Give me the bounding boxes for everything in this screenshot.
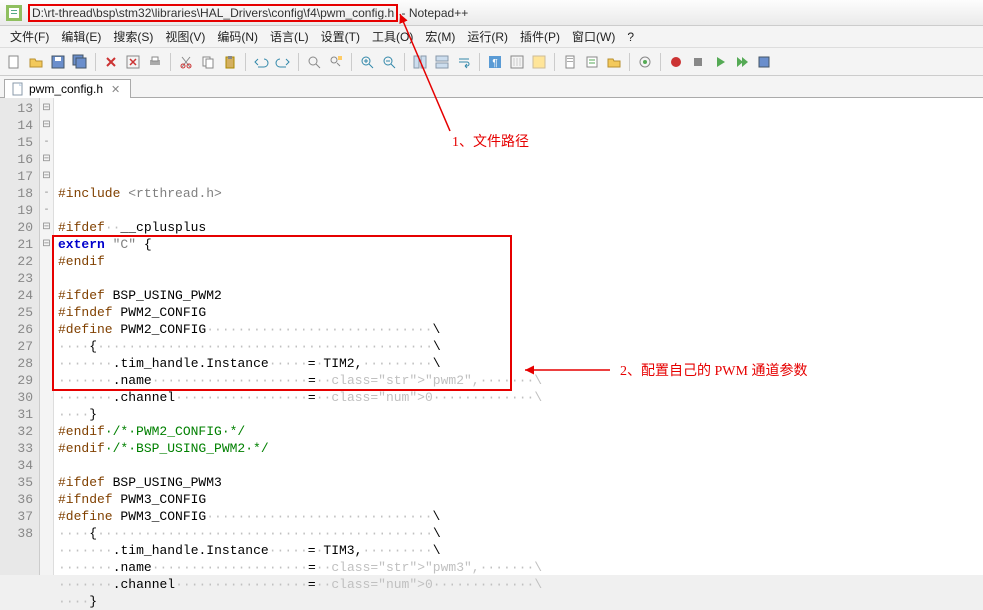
menu-search[interactable]: 搜索(S) xyxy=(107,26,159,47)
new-file-icon[interactable] xyxy=(4,52,24,72)
toolbar-separator xyxy=(245,53,246,71)
file-tab[interactable]: pwm_config.h ✕ xyxy=(4,79,131,98)
toolbar-separator xyxy=(351,53,352,71)
window-title: D:\rt-thread\bsp\stm32\libraries\HAL_Dri… xyxy=(28,6,468,20)
app-icon xyxy=(6,5,22,21)
menu-tools[interactable]: 工具(O) xyxy=(366,26,419,47)
code-content[interactable]: #include <rtthread.h>#ifdef··__cplusplus… xyxy=(54,98,983,575)
udl-icon[interactable] xyxy=(529,52,549,72)
tab-bar: pwm_config.h ✕ xyxy=(0,76,983,98)
sync-h-icon[interactable] xyxy=(432,52,452,72)
show-all-icon[interactable]: ¶ xyxy=(485,52,505,72)
file-icon xyxy=(11,82,25,96)
toolbar-separator xyxy=(660,53,661,71)
close-all-icon[interactable] xyxy=(123,52,143,72)
toolbar-separator xyxy=(554,53,555,71)
menu-edit[interactable]: 编辑(E) xyxy=(55,26,107,47)
play-multi-icon[interactable] xyxy=(732,52,752,72)
sync-v-icon[interactable] xyxy=(410,52,430,72)
indent-guide-icon[interactable] xyxy=(507,52,527,72)
title-bar: D:\rt-thread\bsp\stm32\libraries\HAL_Dri… xyxy=(0,0,983,26)
save-macro-icon[interactable] xyxy=(754,52,774,72)
annotation-2: 2、配置自己的 PWM 通道参数 xyxy=(620,360,807,380)
func-list-icon[interactable] xyxy=(582,52,602,72)
undo-icon[interactable] xyxy=(251,52,271,72)
toolbar-separator xyxy=(479,53,480,71)
file-path: D:\rt-thread\bsp\stm32\libraries\HAL_Dri… xyxy=(28,4,398,22)
tab-close-icon[interactable]: ✕ xyxy=(111,83,120,96)
play-icon[interactable] xyxy=(710,52,730,72)
paste-icon[interactable] xyxy=(220,52,240,72)
line-number-gutter: 1314151617181920212223242526272829303132… xyxy=(0,98,40,575)
wrap-icon[interactable] xyxy=(454,52,474,72)
menu-lang[interactable]: 语言(L) xyxy=(264,26,315,47)
menu-view[interactable]: 视图(V) xyxy=(159,26,211,47)
menu-macro[interactable]: 宏(M) xyxy=(419,26,461,47)
fold-gutter[interactable]: ⊟⊟-⊟⊟--⊟⊟ xyxy=(40,98,54,575)
doc-map-icon[interactable] xyxy=(560,52,580,72)
menu-file[interactable]: 文件(F) xyxy=(4,26,55,47)
menu-bar: 文件(F) 编辑(E) 搜索(S) 视图(V) 编码(N) 语言(L) 设置(T… xyxy=(0,26,983,48)
cut-icon[interactable] xyxy=(176,52,196,72)
editor-area[interactable]: 1314151617181920212223242526272829303132… xyxy=(0,98,983,575)
close-icon[interactable] xyxy=(101,52,121,72)
toolbar-separator xyxy=(170,53,171,71)
zoom-in-icon[interactable] xyxy=(357,52,377,72)
tab-label: pwm_config.h xyxy=(29,82,103,96)
copy-icon[interactable] xyxy=(198,52,218,72)
annotation-1: 1、文件路径 xyxy=(452,131,529,151)
menu-window[interactable]: 窗口(W) xyxy=(566,26,621,47)
menu-run[interactable]: 运行(R) xyxy=(461,26,514,47)
monitor-icon[interactable] xyxy=(635,52,655,72)
stop-icon[interactable] xyxy=(688,52,708,72)
menu-encoding[interactable]: 编码(N) xyxy=(211,26,264,47)
find-icon[interactable] xyxy=(304,52,324,72)
menu-settings[interactable]: 设置(T) xyxy=(315,26,366,47)
svg-text:¶: ¶ xyxy=(492,58,497,69)
menu-help[interactable]: ? xyxy=(621,28,640,46)
save-icon[interactable] xyxy=(48,52,68,72)
save-all-icon[interactable] xyxy=(70,52,90,72)
toolbar-separator xyxy=(298,53,299,71)
print-icon[interactable] xyxy=(145,52,165,72)
toolbar-separator xyxy=(95,53,96,71)
redo-icon[interactable] xyxy=(273,52,293,72)
toolbar-separator xyxy=(629,53,630,71)
zoom-out-icon[interactable] xyxy=(379,52,399,72)
toolbar-separator xyxy=(404,53,405,71)
menu-plugins[interactable]: 插件(P) xyxy=(514,26,566,47)
folder-icon[interactable] xyxy=(604,52,624,72)
open-file-icon[interactable] xyxy=(26,52,46,72)
replace-icon[interactable] xyxy=(326,52,346,72)
toolbar: ¶ xyxy=(0,48,983,76)
record-icon[interactable] xyxy=(666,52,686,72)
